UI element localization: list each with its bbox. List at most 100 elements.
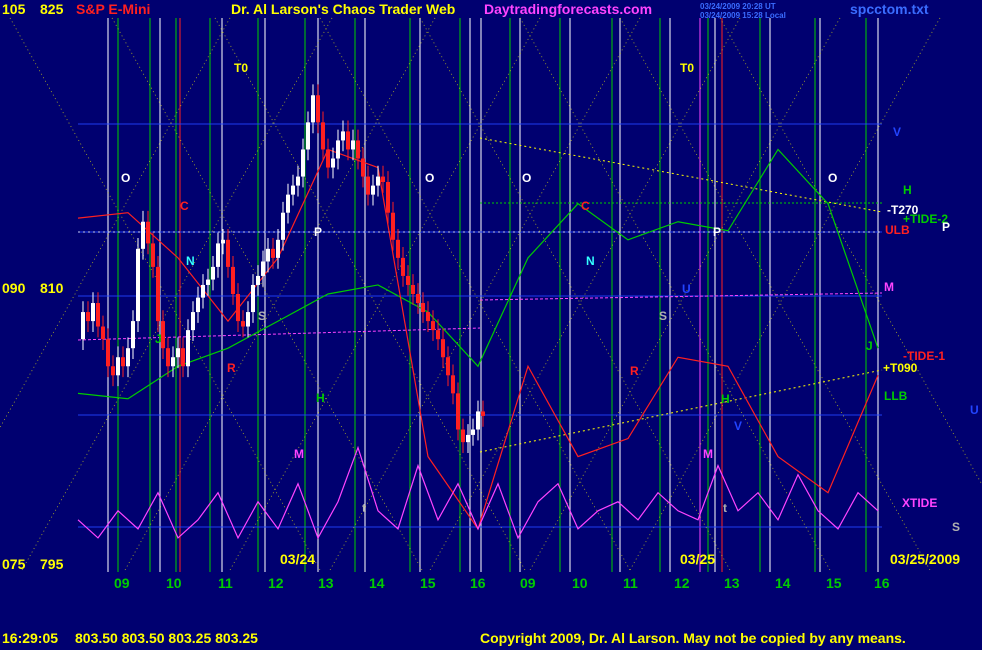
candle	[81, 312, 85, 340]
candle	[481, 411, 485, 416]
annotation-label: t	[362, 501, 366, 515]
candle	[226, 239, 230, 267]
x-tick-label: 10	[572, 575, 588, 591]
annotation-label: t	[723, 501, 727, 515]
candle	[171, 357, 175, 367]
timestamp-ut: 03/24/2009 20:28 UT	[700, 2, 776, 11]
annotation-label: H	[721, 392, 730, 406]
candle	[136, 248, 140, 322]
candle	[391, 212, 395, 240]
site-url[interactable]: Daytradingforecasts.com	[484, 1, 652, 17]
annotation-label: O	[121, 171, 130, 185]
instrument-label: S&P E-Mini	[76, 1, 151, 17]
candle	[251, 284, 255, 313]
candle	[216, 243, 220, 267]
candle	[336, 140, 340, 159]
candle	[131, 321, 135, 349]
annotation-label: U	[970, 403, 979, 417]
left-value-top: 825	[40, 1, 64, 17]
candle	[441, 339, 445, 358]
candle	[466, 434, 470, 443]
footer-quotes: 803.50 803.50 803.25 803.25	[75, 630, 258, 646]
annotation-label: S	[952, 520, 960, 534]
annotation-label: T0	[680, 61, 694, 75]
footer-copyright: Copyright 2009, Dr. Al Larson. May not b…	[480, 630, 906, 646]
annotation-label: C	[581, 199, 590, 213]
x-tick-label: 09	[520, 575, 536, 591]
x-tick-label: 10	[166, 575, 182, 591]
candle	[366, 176, 370, 195]
candle	[461, 429, 465, 443]
chart-canvas: T0OCNPOSJRHMtT0OCNPOSURHVMtVH-T270+TIDE-…	[0, 0, 982, 650]
annotation-label: V	[893, 125, 901, 139]
candle	[376, 176, 380, 186]
x-tick-label: 15	[420, 575, 436, 591]
candle	[181, 348, 185, 367]
candle	[186, 330, 190, 367]
x-tick-label: 09	[114, 575, 130, 591]
candle	[306, 122, 310, 150]
annotation-label: ULB	[885, 223, 910, 237]
x-tick-label: 14	[369, 575, 385, 591]
candle	[436, 330, 440, 340]
left-value-mid: 810	[40, 280, 64, 296]
x-tick-label: 13	[318, 575, 334, 591]
candle	[206, 279, 210, 285]
annotation-label: M	[884, 280, 894, 294]
candle	[166, 348, 170, 367]
x-tick-label: 16	[470, 575, 486, 591]
candle	[396, 239, 400, 258]
candle	[86, 312, 90, 322]
x-tick-label: 15	[826, 575, 842, 591]
candle	[116, 357, 120, 376]
data-file: spcctom.txt	[850, 1, 929, 17]
candle	[456, 393, 460, 430]
date-label-day1: 03/24	[280, 551, 316, 567]
candle	[141, 221, 145, 249]
candle	[326, 149, 330, 168]
candle	[271, 248, 275, 258]
candle	[411, 284, 415, 294]
footer-time: 16:29:05	[2, 630, 59, 646]
date-label-right: 03/25/2009	[890, 551, 961, 567]
candle	[381, 176, 385, 182]
candle	[356, 140, 360, 159]
annotation-label: P	[314, 225, 322, 239]
candle	[221, 239, 225, 244]
candle	[191, 312, 195, 331]
annotation-label: N	[586, 254, 595, 268]
candle	[96, 303, 100, 327]
annotation-label: H	[903, 183, 912, 197]
candle	[106, 339, 110, 367]
candle	[241, 321, 245, 327]
annotation-label: C	[180, 199, 189, 213]
candle	[121, 357, 125, 367]
candle	[426, 312, 430, 322]
candle	[261, 261, 265, 276]
chart-background	[0, 0, 982, 650]
candle	[151, 243, 155, 267]
candle	[316, 95, 320, 123]
annotation-label: P	[713, 225, 721, 239]
annotation-label: R	[227, 361, 236, 375]
annotation-label: T0	[234, 61, 248, 75]
annotation-label: O	[425, 171, 434, 185]
x-tick-label: 11	[218, 575, 233, 591]
annotation-label: N	[186, 254, 195, 268]
date-label-day2: 03/25	[680, 551, 716, 567]
candle	[431, 321, 435, 331]
x-tick-label: 13	[724, 575, 740, 591]
candle	[331, 158, 335, 168]
x-tick-label: 16	[874, 575, 890, 591]
annotation-label: XTIDE	[902, 496, 937, 510]
candle	[281, 212, 285, 240]
x-tick-label: 12	[674, 575, 690, 591]
candle	[291, 185, 295, 195]
candle	[196, 297, 200, 313]
candle	[406, 275, 410, 285]
x-tick-label: 11	[623, 575, 638, 591]
candle	[321, 122, 325, 150]
candle	[246, 312, 250, 327]
candle	[341, 131, 345, 141]
candle	[446, 357, 450, 376]
